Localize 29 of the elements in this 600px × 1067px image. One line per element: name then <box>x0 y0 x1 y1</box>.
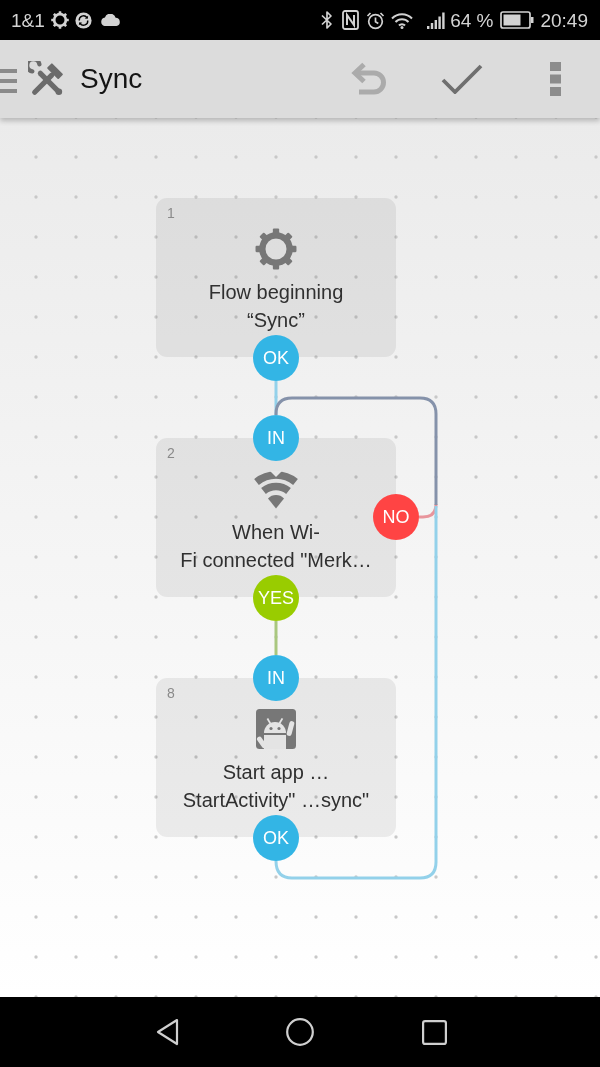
home-icon[interactable] <box>286 1018 314 1046</box>
node-number: 8 <box>167 686 175 700</box>
back-icon[interactable] <box>155 1018 179 1046</box>
menu-icon[interactable] <box>0 69 17 93</box>
wrench-hammer-icon <box>28 61 66 97</box>
bluetooth-icon <box>321 10 334 30</box>
gear-icon <box>50 11 69 29</box>
node-label: When Wi- Fi connected "Merk… <box>180 520 372 573</box>
node-label: Flow beginning “Sync” <box>208 280 344 333</box>
gear-icon <box>255 228 297 270</box>
node-number: 1 <box>167 206 175 220</box>
nfc-icon <box>342 10 360 30</box>
app-title: Sync <box>80 65 143 93</box>
node-number: 2 <box>167 446 175 460</box>
node-label: Start app … StartActivity" …sync" <box>182 760 370 813</box>
alarm-clock-icon <box>366 10 386 30</box>
battery-percent: 64 % <box>450 10 494 30</box>
more-icon[interactable] <box>550 62 561 96</box>
cloud-icon <box>99 14 121 26</box>
check-icon[interactable] <box>441 64 483 94</box>
wifi-icon <box>391 11 414 29</box>
signal-icon <box>427 11 446 29</box>
carrier-label: 1&1 <box>11 10 45 30</box>
recents-icon[interactable] <box>422 1019 447 1045</box>
clock-time: 20:49 <box>540 10 588 30</box>
sync-icon <box>74 11 92 29</box>
robot-icon <box>256 709 296 749</box>
battery-icon <box>500 11 535 29</box>
wifi-icon <box>253 469 299 509</box>
